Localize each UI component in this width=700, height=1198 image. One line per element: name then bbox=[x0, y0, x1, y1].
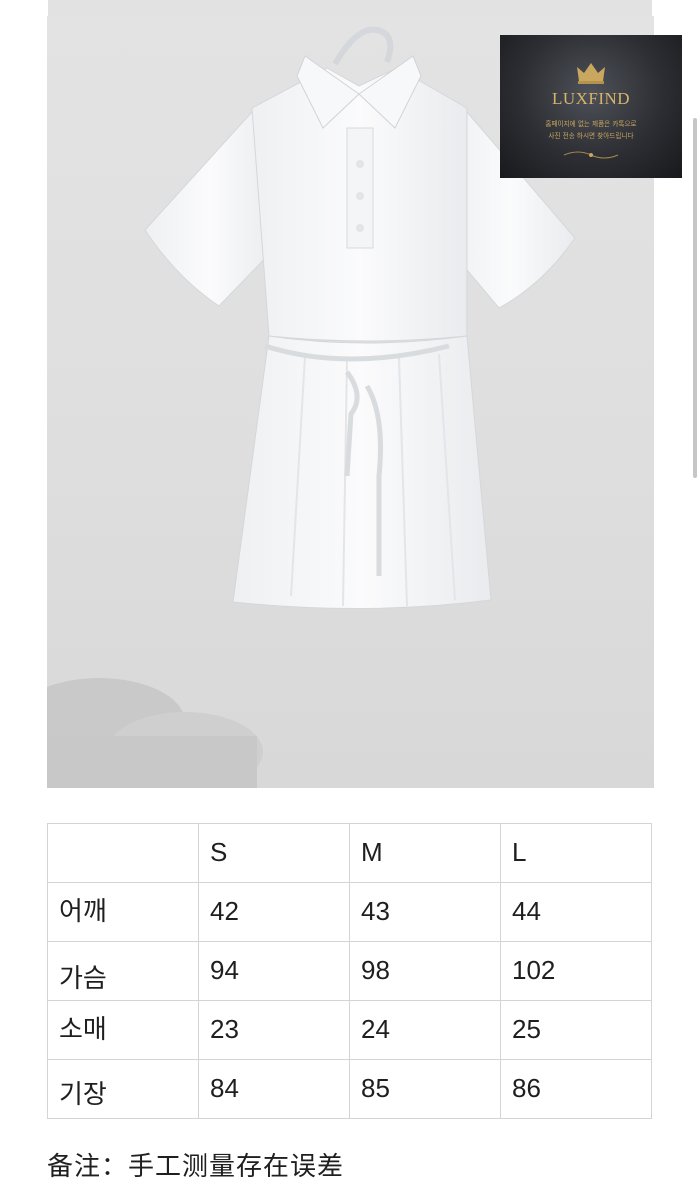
logo-tagline-1: 홈페이지에 없는 제품은 카톡으로 bbox=[545, 120, 637, 128]
table-cell: 102 bbox=[500, 941, 652, 1001]
scrollbar-thumb[interactable] bbox=[693, 118, 697, 478]
table-cell: 86 bbox=[500, 1059, 652, 1119]
table-cell: 44 bbox=[500, 882, 652, 942]
table-cell: 42 bbox=[198, 882, 350, 942]
logo-name: LUXFIND bbox=[551, 89, 631, 108]
table-cell: 24 bbox=[349, 1000, 501, 1060]
size-header-m: M bbox=[349, 823, 501, 883]
logo-tagline-2: 사진 전송 하시면 찾아드립니다 bbox=[548, 132, 634, 140]
measurement-note: 备注：手工测量存在误差 bbox=[47, 1152, 345, 1182]
row-label-length: 기장 bbox=[47, 1059, 199, 1119]
luxfind-logo-badge: LUXFIND 홈페이지에 없는 제품은 카톡으로 사진 전송 하시면 찾아드립… bbox=[500, 35, 682, 178]
table-cell: 25 bbox=[500, 1000, 652, 1060]
size-header-l: L bbox=[500, 823, 652, 883]
table-cell: 98 bbox=[349, 941, 501, 1001]
size-header-s: S bbox=[198, 823, 350, 883]
table-row: 기장 84 85 86 bbox=[47, 1059, 652, 1119]
size-chart-table: S M L 어깨 42 43 44 가슴 94 98 102 소매 23 24 … bbox=[47, 823, 652, 1119]
row-label-shoulder: 어깨 bbox=[47, 882, 199, 942]
table-row: 소매 23 24 25 bbox=[47, 1000, 652, 1060]
table-row: 가슴 94 98 102 bbox=[47, 941, 652, 1001]
table-corner-cell bbox=[47, 823, 199, 883]
table-cell: 43 bbox=[349, 882, 501, 942]
table-cell: 85 bbox=[349, 1059, 501, 1119]
previous-image-edge bbox=[48, 0, 652, 16]
table-header-row: S M L bbox=[47, 823, 652, 883]
table-row: 어깨 42 43 44 bbox=[47, 882, 652, 942]
row-label-sleeve: 소매 bbox=[47, 1000, 199, 1060]
row-label-chest: 가슴 bbox=[47, 941, 199, 1001]
table-cell: 94 bbox=[198, 941, 350, 1001]
crown-icon bbox=[577, 63, 605, 84]
ornament-icon bbox=[563, 151, 619, 159]
table-cell: 84 bbox=[198, 1059, 350, 1119]
table-cell: 23 bbox=[198, 1000, 350, 1060]
